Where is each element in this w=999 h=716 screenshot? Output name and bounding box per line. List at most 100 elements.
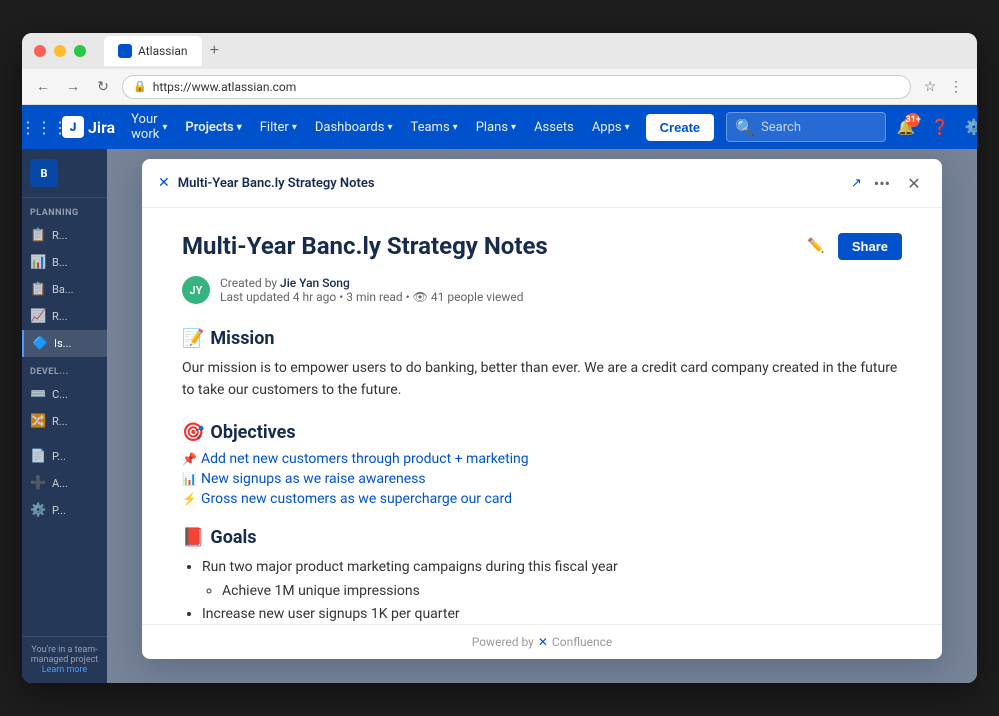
obj-link-icon-3: ⚡ <box>182 492 197 506</box>
nav-teams[interactable]: Teams ▾ <box>402 114 465 141</box>
sidebar-item-c[interactable]: ⌨️ C... <box>22 381 107 408</box>
objective-link-3[interactable]: ⚡ Gross new customers as we supercharge … <box>182 491 902 507</box>
browser-window: Atlassian + ← → ↻ 🔒 https://www.atlassia… <box>22 33 977 683</box>
author-name: Jie Yan Song <box>280 276 350 290</box>
objective-link-2[interactable]: 📊 New signups as we raise awareness <box>182 471 902 487</box>
nav-your-work-label: Your work <box>131 112 159 142</box>
traffic-light-red[interactable] <box>34 45 46 57</box>
nav-dashboards-label: Dashboards <box>315 120 385 135</box>
back-button[interactable]: ← <box>32 76 54 98</box>
sidebar-item-ba[interactable]: 📋 Ba... <box>22 276 107 303</box>
app-switcher-button[interactable]: ⋮⋮⋮ <box>30 113 58 141</box>
modal-close-button[interactable]: ✕ <box>902 171 926 195</box>
sidebar-icon-p1: 📄 <box>30 449 46 464</box>
mission-heading-text: Mission <box>210 328 274 349</box>
modal-overlay[interactable]: ✕ Multi-Year Banc.ly Strategy Notes ↗ ••… <box>107 149 977 683</box>
search-icon: 🔍 <box>735 118 755 137</box>
external-link-button[interactable]: ↗ <box>851 176 862 191</box>
browser-menu-button[interactable]: ⋮ <box>945 76 967 98</box>
goals-list: Run two major product marketing campaign… <box>182 556 902 624</box>
nav-filter-chevron: ▾ <box>292 122 297 133</box>
reload-button[interactable]: ↻ <box>92 76 114 98</box>
doc-title-area: Multi-Year Banc.ly Strategy Notes ✏️ Sha… <box>182 232 902 260</box>
content-area: ✕ Multi-Year Banc.ly Strategy Notes ↗ ••… <box>107 149 977 683</box>
help-button[interactable]: ❓ <box>926 113 954 141</box>
bookmark-button[interactable]: ☆ <box>919 76 941 98</box>
address-bar[interactable]: 🔒 https://www.atlassian.com <box>122 75 911 99</box>
notifications-button[interactable]: 🔔 31+ <box>892 113 920 141</box>
browser-title-bar: Atlassian + <box>22 33 977 69</box>
settings-button[interactable]: ⚙️ <box>960 113 977 141</box>
nav-projects[interactable]: Projects ▾ <box>177 114 249 141</box>
new-tab-button[interactable]: + <box>202 42 227 60</box>
nav-plans[interactable]: Plans ▾ <box>468 114 524 141</box>
search-box[interactable]: 🔍 Search <box>726 112 886 142</box>
project-initials: B <box>40 167 47 180</box>
author-avatar: JY <box>182 276 210 304</box>
project-icon: B <box>30 159 58 187</box>
sidebar-item-rv[interactable]: 🔀 R... <box>22 408 107 435</box>
confluence-logo: Powered by ✕ Confluence <box>472 635 613 649</box>
nav-dashboards[interactable]: Dashboards ▾ <box>307 114 401 141</box>
obj-link-icon-1: 📌 <box>182 452 197 466</box>
forward-button[interactable]: → <box>62 76 84 98</box>
sidebar-icon-b1: 📊 <box>30 255 46 270</box>
objectives-section: 🎯 Objectives 📌 Add net new customers thr… <box>182 422 902 507</box>
jira-header: ⋮⋮⋮ J Jira Your work ▾ Projects ▾ Filter… <box>22 105 977 149</box>
nav-your-work[interactable]: Your work ▾ <box>123 106 175 148</box>
sidebar-label-p1: P... <box>52 450 66 463</box>
sidebar-label-ps: P... <box>52 504 66 517</box>
doc-meta: JY Created by Jie Yan Song Last updated … <box>182 276 902 304</box>
sidebar-icon-r1: 📋 <box>30 228 46 243</box>
sidebar-label-r1: R... <box>52 229 67 242</box>
sidebar-label-c: C... <box>52 388 68 401</box>
nav-actions: ☆ ⋮ <box>919 76 967 98</box>
traffic-light-yellow[interactable] <box>54 45 66 57</box>
nav-apps[interactable]: Apps ▾ <box>584 114 638 141</box>
sidebar-item-r1[interactable]: 📋 R... <box>22 222 107 249</box>
sidebar-label-ba: Ba... <box>52 283 74 296</box>
sidebar-item-a[interactable]: ➕ A... <box>22 470 107 497</box>
sidebar-project[interactable]: B <box>22 149 107 198</box>
confluence-icon: ✕ <box>538 635 548 649</box>
main-area: B PLANNING 📋 R... 📊 B... 📋 Ba... 📈 R... <box>22 149 977 683</box>
read-time: 3 min read <box>346 290 402 304</box>
sidebar-label-a: A... <box>52 477 68 490</box>
created-by-label: Created by <box>220 276 277 290</box>
create-button[interactable]: Create <box>646 114 714 141</box>
sidebar-item-is[interactable]: 🔷 Is... <box>22 330 107 357</box>
jira-logo[interactable]: J Jira <box>62 116 115 138</box>
edit-button[interactable]: ✏️ <box>802 232 830 260</box>
lock-icon: 🔒 <box>133 80 147 93</box>
sidebar-item-b1[interactable]: 📊 B... <box>22 249 107 276</box>
tab-bar: Atlassian + <box>104 36 965 66</box>
traffic-light-green[interactable] <box>74 45 86 57</box>
nav-filter[interactable]: Filter ▾ <box>252 114 305 141</box>
jira-logo-icon: J <box>62 116 84 138</box>
modal-footer: Powered by ✕ Confluence <box>142 624 942 659</box>
jira-logo-text: Jira <box>88 118 115 137</box>
sidebar-footer-link[interactable]: Learn more <box>30 665 99 675</box>
nav-dashboards-chevron: ▾ <box>387 122 392 133</box>
goals-heading-text: Goals <box>210 527 256 548</box>
sidebar-item-p1[interactable]: 📄 P... <box>22 443 107 470</box>
url-text: https://www.atlassian.com <box>153 80 297 94</box>
nav-your-work-chevron: ▾ <box>162 122 167 133</box>
last-updated: Last updated 4 hr ago <box>220 290 336 304</box>
share-button[interactable]: Share <box>838 233 902 260</box>
modal-title-icon: ✕ <box>158 175 170 191</box>
sidebar-icon-a: ➕ <box>30 476 46 491</box>
sidebar-label-is: Is... <box>54 337 71 350</box>
browser-tab[interactable]: Atlassian <box>104 36 202 66</box>
sidebar-item-ps[interactable]: ⚙️ P... <box>22 497 107 524</box>
sidebar-label-rv: R... <box>52 415 67 428</box>
obj-link-text-3: Gross new customers as we supercharge ou… <box>201 491 512 507</box>
modal-title: Multi-Year Banc.ly Strategy Notes <box>178 176 843 191</box>
modal-more-button[interactable]: ••• <box>870 174 894 193</box>
nav-assets-label: Assets <box>534 120 574 135</box>
objective-link-1[interactable]: 📌 Add net new customers through product … <box>182 451 902 467</box>
goals-icon: 📕 <box>182 527 204 548</box>
sidebar-item-r2[interactable]: 📈 R... <box>22 303 107 330</box>
sidebar-label-r2: R... <box>52 310 67 323</box>
nav-assets[interactable]: Assets <box>526 114 582 141</box>
